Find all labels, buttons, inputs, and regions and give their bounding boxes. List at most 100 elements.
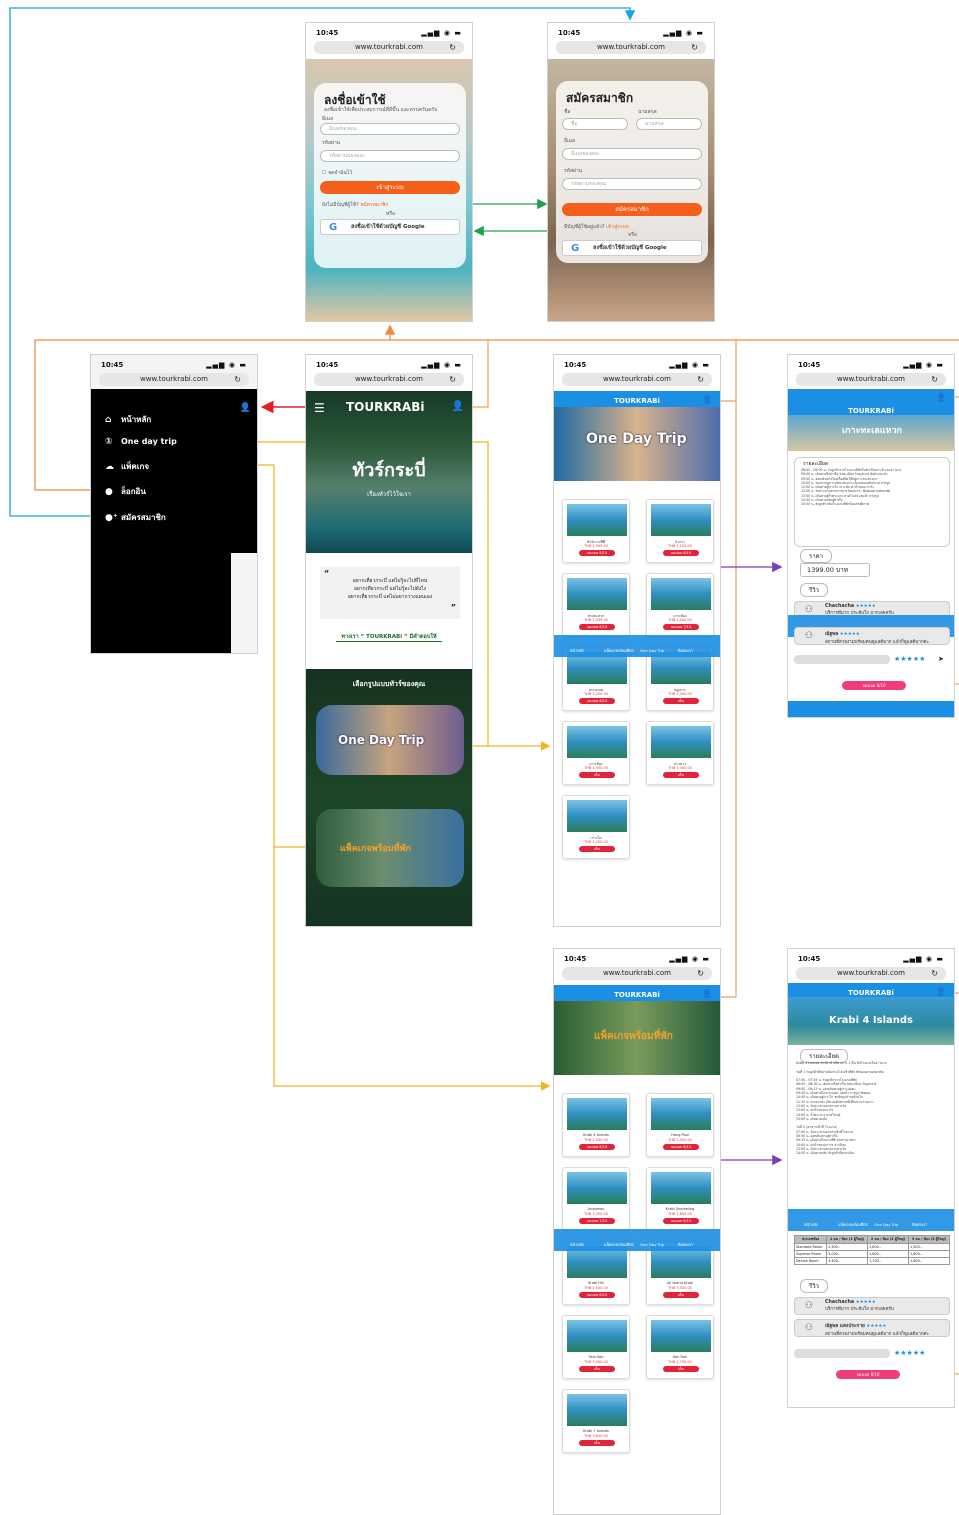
nav-home[interactable]: หน้าหลัก <box>570 1242 584 1248</box>
email-input[interactable]: อีเมลของคุณ <box>320 123 460 135</box>
tour-card[interactable]: ทัวร์เกาะพีพี THB 1,399.00 จองเลย 8/10 <box>562 499 630 563</box>
menu-item-register[interactable]: ●⁺ สมัครสมาชิก <box>105 511 166 524</box>
google-register-button[interactable]: G ลงชื่อเข้าใช้ด้วยบัญชี Google <box>562 240 702 256</box>
reload-icon[interactable]: ↻ <box>697 967 704 980</box>
remember-checkbox[interactable]: ☐ จดจำฉันไว้ <box>322 169 352 177</box>
tour-book-button[interactable]: จองเลย 8/10 <box>579 1292 615 1298</box>
url-bar[interactable]: www.tourkrabi.com ↻ <box>556 41 706 54</box>
nav-contact[interactable]: ติดต่อเรา <box>678 648 693 654</box>
menu-item-oneday[interactable]: ① One day trip <box>105 437 177 447</box>
nav-home[interactable]: หน้าหลัก <box>804 1222 818 1228</box>
tour-book-button[interactable]: เต็ม <box>579 1440 615 1446</box>
site-logo[interactable]: TOURKRABi <box>554 397 720 405</box>
tour-card[interactable]: Hong Pool THB 2,500.00 จองเลย 8/10 <box>646 1093 714 1157</box>
tour-book-button[interactable]: จองเลย 8/10 <box>663 1144 699 1150</box>
tour-card[interactable]: Andaman THB 3,200.00 จองเลย 7/10 <box>562 1167 630 1231</box>
user-icon[interactable]: 👤 <box>452 401 464 412</box>
url-bar[interactable]: www.tourkrabi.com ↻ <box>796 967 946 980</box>
nav-oneday[interactable]: One Day Trip <box>640 648 664 653</box>
site-logo[interactable]: TOURKRABi <box>554 991 720 999</box>
url-bar[interactable]: www.tourkrabi.com ↻ <box>562 373 712 386</box>
book-button[interactable]: จองเลย 8/10 <box>842 681 906 690</box>
nav-contact[interactable]: ติดต่อเรา <box>678 1242 693 1248</box>
tour-card[interactable]: เกาะห้อง THB 1,500.00 จองเลย 7/10 <box>646 573 714 637</box>
tour-card[interactable]: Krabi Snorkeling THB 2,800.00 จองเลย 8/10 <box>646 1167 714 1231</box>
register-submit-button[interactable]: สมัครสมาชิก <box>562 203 702 216</box>
tour-price: THB 1,200.00 <box>584 840 608 844</box>
reload-icon[interactable]: ↻ <box>691 41 698 54</box>
nav-package[interactable]: แพ็คเกจพร้อมที่พัก <box>604 1242 634 1248</box>
reload-icon[interactable]: ↻ <box>234 373 241 386</box>
nav-oneday[interactable]: One Day Trip <box>874 1222 898 1227</box>
tour-card[interactable]: Krabi 4 Islands THB 2,500.00 จองเลย 8/10 <box>562 1093 630 1157</box>
review-input[interactable] <box>794 1349 890 1358</box>
tour-card[interactable]: ทะเลแหวก THB 1,399.00 จองเลย 8/10 <box>562 573 630 637</box>
email-input[interactable]: อีเมลของคุณ <box>562 148 702 160</box>
tour-card[interactable]: Krabi 7 Islands THB 3,800.00 เต็ม <box>562 1389 630 1453</box>
tour-book-button[interactable]: จองเลย 8/10 <box>579 1144 615 1150</box>
login-submit-button[interactable]: เข้าสู่ระบบ <box>320 181 460 194</box>
tour-book-button[interactable]: เต็ม <box>663 1366 699 1372</box>
site-logo[interactable]: TOURKRABi <box>788 407 954 415</box>
reload-icon[interactable]: ↻ <box>697 373 704 386</box>
register-link[interactable]: สมัครสมาชิก <box>360 202 388 208</box>
user-icon[interactable]: 👤 <box>936 393 946 402</box>
oneday-card[interactable]: One Day Trip <box>316 705 464 775</box>
password-input[interactable]: รหัสผ่านของคุณ <box>320 150 460 162</box>
tour-card[interactable]: อ่าวนาง THB 1,000.00 เต็ม <box>646 721 714 785</box>
tour-book-button[interactable]: จองเลย 8/10 <box>579 550 615 556</box>
reload-icon[interactable]: ↻ <box>449 373 456 386</box>
nav-contact[interactable]: ติดต่อเรา <box>912 1222 927 1228</box>
tour-book-button[interactable]: เต็ม <box>663 1292 699 1298</box>
nav-package[interactable]: แพ็คเกจพร้อมที่พัก <box>604 648 634 654</box>
review-stars-input[interactable]: ★★★★★ <box>894 655 925 663</box>
tour-book-button[interactable]: เต็ม <box>663 772 699 778</box>
tour-book-button[interactable]: เต็ม <box>579 772 615 778</box>
tour-book-button[interactable]: จองเลย 8/10 <box>663 550 699 556</box>
menu-item-package[interactable]: ☁ แพ็คเกจ <box>105 460 149 473</box>
url-bar[interactable]: www.tourkrabi.com ↻ <box>99 373 249 386</box>
login-link[interactable]: เข้าสู่ระบบ <box>606 224 629 230</box>
tour-book-button[interactable]: จองเลย 7/10 <box>663 624 699 630</box>
user-icon[interactable]: 👤 <box>240 403 251 413</box>
first-name-input[interactable]: ชื่อ <box>562 118 628 130</box>
tour-card[interactable]: เกาะไผ่ THB 1,200.00 เต็ม <box>562 795 630 859</box>
tour-book-button[interactable]: เต็ม <box>663 698 699 704</box>
nav-oneday[interactable]: One Day Trip <box>640 1242 664 1247</box>
password-input[interactable]: รหัสผ่านของคุณ <box>562 178 702 190</box>
nav-package[interactable]: แพ็คเกจพร้อมที่พัก <box>838 1222 868 1228</box>
menu-item-login[interactable]: ● ล็อกอิน <box>105 485 146 498</box>
book-button[interactable]: จองเลย 8/10 <box>836 1370 900 1379</box>
url-bar[interactable]: www.tourkrabi.com ↻ <box>796 373 946 386</box>
url-bar[interactable]: www.tourkrabi.com ↻ <box>314 373 464 386</box>
tour-card[interactable]: เกาะห้อง THB 1,300.00 เต็ม <box>562 721 630 785</box>
tour-book-button[interactable]: จองเลย 8/10 <box>579 624 615 630</box>
reload-icon[interactable]: ↻ <box>931 967 938 980</box>
google-login-button[interactable]: G ลงชื่อเข้าใช้ด้วยบัญชี Google <box>320 219 460 235</box>
tour-book-button[interactable]: เต็ม <box>579 846 615 852</box>
tour-book-button[interactable]: จองเลย 8/10 <box>663 1218 699 1224</box>
tour-book-button[interactable]: จองเลย 8/10 <box>579 698 615 704</box>
menu-item-home[interactable]: ⌂ หน้าหลัก <box>105 413 151 426</box>
hamburger-icon[interactable]: ☰ <box>314 401 325 415</box>
user-icon[interactable]: 👤 <box>936 987 946 996</box>
url-bar[interactable]: www.tourkrabi.com ↻ <box>314 41 464 54</box>
tour-card[interactable]: Koh Rok THB 2,700.00 เต็ม <box>646 1315 714 1379</box>
user-icon[interactable]: 👤 <box>702 989 712 998</box>
url-bar[interactable]: www.tourkrabi.com ↻ <box>562 967 712 980</box>
tour-book-button[interactable]: เต็ม <box>579 1366 615 1372</box>
site-logo[interactable]: TOURKRABi <box>346 400 424 414</box>
review-stars-input[interactable]: ★★★★★ <box>894 1349 925 1357</box>
reload-icon[interactable]: ↻ <box>931 373 938 386</box>
tour-book-button[interactable]: จองเลย 7/10 <box>579 1218 615 1224</box>
site-logo[interactable]: TOURKRABi <box>788 989 954 997</box>
nav-home[interactable]: หน้าหลัก <box>570 648 584 654</box>
reload-icon[interactable]: ↻ <box>449 41 456 54</box>
package-card[interactable]: แพ็คเกจพร้อมที่พัก <box>316 809 464 887</box>
send-icon[interactable]: ➤ <box>938 655 944 663</box>
user-icon[interactable]: 👤 <box>702 395 712 404</box>
tour-card[interactable]: Twin Koh THB 3,000.00 เต็ม <box>562 1315 630 1379</box>
last-name-input[interactable]: นามสกุล <box>636 118 702 130</box>
review-input[interactable] <box>794 655 890 664</box>
tour-card[interactable]: 4 เกาะ THB 1,100.00 จองเลย 8/10 <box>646 499 714 563</box>
